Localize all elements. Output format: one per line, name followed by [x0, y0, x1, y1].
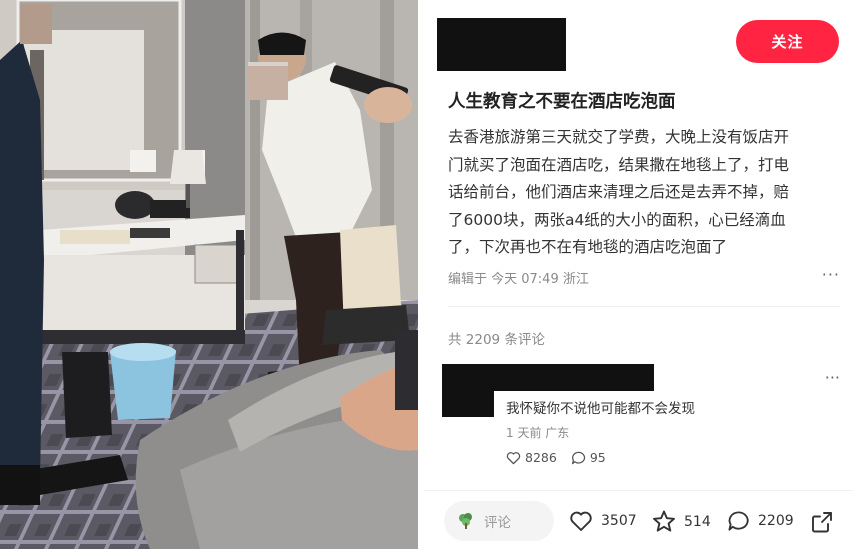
post-more-options-icon[interactable]: ··· [822, 265, 840, 284]
comment-count: 共 2209 条评论 [448, 332, 545, 348]
comment-total-count: 2209 [758, 513, 794, 529]
like-button[interactable]: 3507 [569, 510, 637, 532]
post-body-line: 去香港旅游第三天就交了学费，大晚上没有饭店开 [448, 128, 790, 146]
post-detail-panel: 关注 人生教育之不要在酒店吃泡面 去香港旅游第三天就交了学费，大晚上没有饭店开 … [424, 0, 853, 549]
post-edit-time-location: 编辑于 今天 07:49 浙江 [448, 271, 589, 287]
share-icon [812, 512, 832, 533]
comment-item: ··· 我怀疑你不说他可能都不会发现 1 天前 广东 8286 95 [440, 364, 840, 474]
photo-illustration [0, 0, 418, 549]
comment-time-location: 1 天前 广东 [506, 426, 570, 440]
like-count: 3507 [601, 513, 637, 529]
heart-icon [506, 451, 521, 464]
post-photo[interactable] [0, 0, 418, 549]
bottom-action-bar: 评论 3507 514 2209 [424, 490, 853, 549]
commenter-info-redacted[interactable] [442, 364, 654, 391]
comment-button[interactable]: 2209 [727, 510, 794, 532]
comment-reply-button[interactable]: 95 [571, 450, 606, 465]
post-body-line: 了6000块，两张a4纸的大小的面积，心已经滴血 [448, 210, 786, 229]
heart-icon [570, 511, 592, 531]
collect-button[interactable]: 514 [652, 510, 711, 533]
follow-button[interactable]: 关注 [736, 20, 839, 63]
share-button[interactable] [810, 510, 834, 534]
comment-like-count: 8286 [525, 450, 557, 465]
leaf-avatar-icon [459, 513, 472, 529]
post-body: 去香港旅游第三天就交了学费，大晚上没有饭店开 门就买了泡面在酒店吃，结果撒在地毯… [448, 124, 844, 262]
comment-actions: 8286 95 [506, 450, 606, 465]
comment-more-options-icon[interactable]: ··· [825, 368, 840, 387]
comment-text: 我怀疑你不说他可能都不会发现 [506, 401, 695, 417]
chat-bubble-icon [571, 451, 585, 464]
divider [448, 306, 840, 307]
post-body-line: 门就买了泡面在酒店吃，结果撒在地毯上了，打电 [448, 155, 790, 174]
comment-input-placeholder: 评论 [484, 515, 511, 531]
commenter-avatar-redacted[interactable] [442, 390, 494, 417]
post-title: 人生教育之不要在酒店吃泡面 [448, 92, 676, 112]
comment-reply-count: 95 [589, 450, 606, 465]
chat-bubble-icon [728, 511, 749, 531]
comment-input[interactable]: 评论 [444, 501, 554, 541]
post-body-line: 了，下次再也不在有地毯的酒店吃泡面了 [448, 238, 728, 257]
author-info-redacted[interactable] [437, 18, 566, 71]
star-icon [653, 510, 675, 532]
comment-like-button[interactable]: 8286 [506, 450, 557, 465]
post-body-line: 话给前台，他们酒店来清理之后还是去弄不掉，赔 [448, 183, 790, 202]
collect-count: 514 [684, 513, 711, 530]
post-meta: 编辑于 今天 07:49 浙江 ··· [448, 265, 840, 287]
